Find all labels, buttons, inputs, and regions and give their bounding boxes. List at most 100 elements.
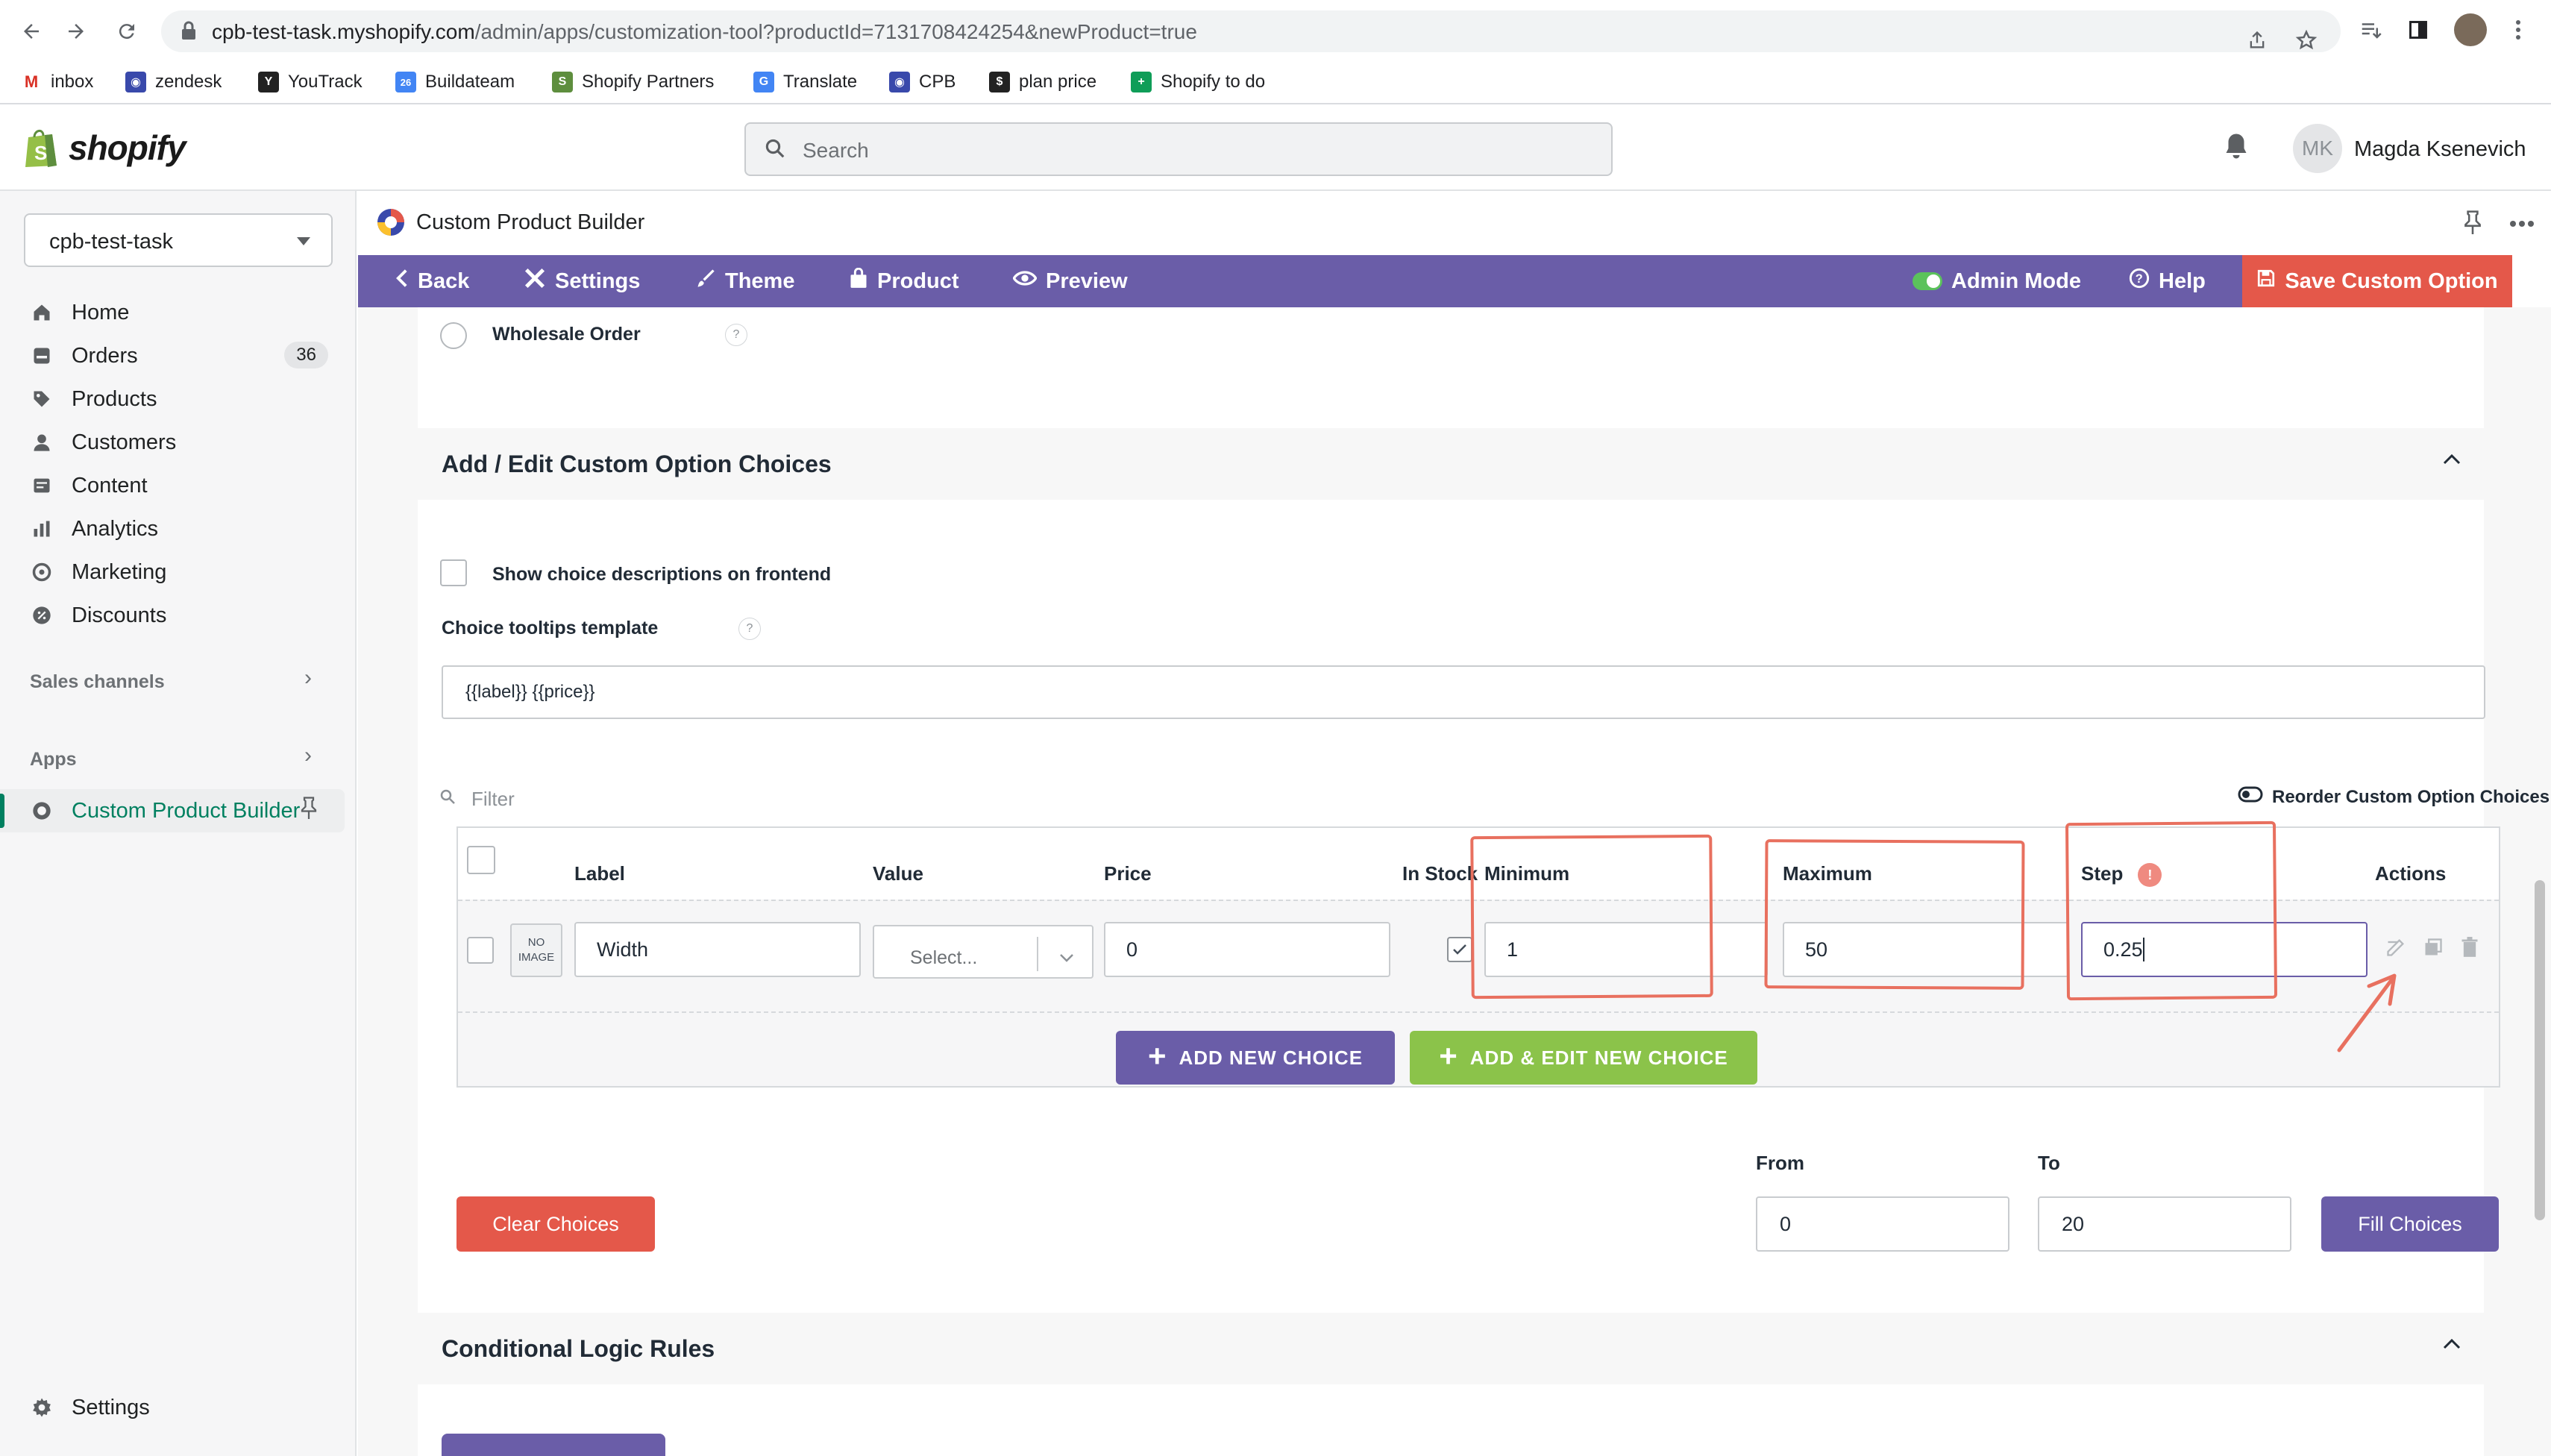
bookmark-youtrack[interactable]: Y YouTrack [258, 69, 363, 95]
tooltips-template-input[interactable]: {{label}} {{price}} [442, 665, 2485, 719]
preview-button[interactable]: Preview [1012, 255, 1128, 307]
bookmark-buildateam[interactable]: 26 Buildateam [395, 69, 515, 95]
to-input[interactable]: 20 [2038, 1196, 2291, 1252]
save-custom-option-button[interactable]: Save Custom Option [2242, 255, 2512, 307]
conditional-logic-header[interactable]: Conditional Logic Rules [418, 1313, 2484, 1384]
side-panel-icon[interactable] [2403, 15, 2433, 45]
page-scrollbar[interactable] [2535, 880, 2545, 1220]
reload-icon[interactable] [110, 15, 143, 48]
url-bar[interactable]: cpb-test-task.myshopify.com/admin/apps/c… [161, 10, 2341, 52]
back-arrow-icon[interactable] [15, 15, 48, 48]
cpb-icon: ◉ [889, 72, 910, 92]
choice-price-input[interactable]: 0 [1104, 922, 1390, 977]
star-icon[interactable] [2291, 25, 2321, 55]
orders-count-badge: 36 [284, 342, 328, 368]
reorder-choices-toggle[interactable]: Reorder Custom Option Choices [2238, 786, 2550, 808]
admin-mode-toggle[interactable]: Admin Mode [1913, 255, 2081, 307]
product-label: Product [877, 269, 959, 293]
chevron-right-icon[interactable]: › [304, 743, 312, 768]
bar-chart-icon [30, 517, 54, 541]
select-all-checkbox[interactable] [467, 846, 495, 874]
annotation-box-step [2065, 820, 2278, 1001]
settings-button[interactable]: Settings [524, 255, 640, 307]
store-selector[interactable]: cpb-test-task [24, 213, 333, 267]
sidebar-item-label: Customers [72, 430, 177, 454]
row-divider [458, 1011, 2499, 1013]
bookmark-plan-price[interactable]: $ plan price [989, 69, 1096, 95]
help-icon[interactable]: ? [725, 324, 747, 346]
bookmark-cpb[interactable]: ◉ CPB [889, 69, 956, 95]
sales-channels-heading[interactable]: Sales channels [30, 671, 165, 693]
add-rule-button[interactable] [442, 1434, 665, 1456]
sidebar-item-custom-product-builder[interactable]: Custom Product Builder [30, 792, 343, 829]
avatar[interactable]: MK [2293, 124, 2342, 173]
choice-label-input[interactable]: Width [574, 922, 861, 977]
brush-icon [695, 268, 716, 295]
apps-heading[interactable]: Apps [30, 749, 77, 771]
profile-avatar[interactable] [2454, 13, 2487, 46]
product-button[interactable]: Product [849, 255, 959, 307]
choice-value-select[interactable]: Select... [873, 925, 1093, 979]
edit-icon[interactable] [2385, 937, 2406, 961]
sidebar-item-settings[interactable]: Settings [30, 1389, 343, 1426]
reading-list-icon[interactable] [2356, 15, 2385, 45]
fill-choices-button[interactable]: Fill Choices [2321, 1196, 2499, 1252]
help-icon[interactable]: ? [738, 618, 761, 640]
bookmark-shopify-todo[interactable]: + Shopify to do [1131, 69, 1265, 95]
sidebar: cpb-test-task Home Orders 36 Products Cu… [0, 191, 357, 1456]
search-input[interactable]: Search [744, 122, 1613, 176]
svg-text:?: ? [2136, 272, 2143, 286]
bookmark-zendesk[interactable]: ◉ zendesk [125, 69, 222, 95]
bookmark-translate[interactable]: G Translate [753, 69, 857, 95]
sidebar-item-products[interactable]: Products [30, 380, 343, 418]
theme-button[interactable]: Theme [695, 255, 794, 307]
eye-icon [1012, 269, 1038, 294]
youtrack-icon: Y [258, 72, 279, 92]
sidebar-item-label: Marketing [72, 559, 167, 584]
shopify-logo[interactable]: S shopify [22, 127, 186, 169]
pin-icon[interactable] [300, 797, 318, 823]
from-input[interactable]: 0 [1756, 1196, 2009, 1252]
sidebar-item-content[interactable]: Content [30, 467, 343, 504]
chevron-up-icon[interactable] [2442, 454, 2461, 469]
duplicate-icon[interactable] [2423, 937, 2444, 961]
clear-choices-button[interactable]: Clear Choices [456, 1196, 655, 1252]
sidebar-item-label: Home [72, 300, 130, 324]
wholesale-order-label: Wholesale Order [492, 324, 641, 345]
filter-input[interactable]: Filter [439, 788, 515, 811]
sidebar-item-marketing[interactable]: Marketing [30, 553, 343, 591]
in-stock-checkbox[interactable] [1447, 937, 1472, 962]
forward-arrow-icon[interactable] [60, 15, 92, 48]
sidebar-item-home[interactable]: Home [30, 294, 343, 331]
sidebar-item-discounts[interactable]: Discounts [30, 597, 343, 634]
user-name[interactable]: Magda Ksenevich [2354, 137, 2526, 162]
sidebar-item-analytics[interactable]: Analytics [30, 510, 343, 547]
kebab-menu-icon[interactable] [2503, 15, 2533, 45]
bell-icon[interactable] [2223, 131, 2250, 165]
share-icon[interactable] [2242, 25, 2272, 55]
add-edit-new-choice-button[interactable]: + ADD & EDIT NEW CHOICE [1410, 1031, 1757, 1085]
trash-icon[interactable] [2460, 937, 2479, 961]
show-descriptions-checkbox[interactable] [440, 559, 467, 586]
pin-icon[interactable] [2463, 210, 2482, 238]
row-select-checkbox[interactable] [467, 937, 494, 964]
back-button[interactable]: Back [395, 255, 469, 307]
add-new-choice-button[interactable]: + ADD NEW CHOICE [1116, 1031, 1395, 1085]
bookmark-shopify-partners[interactable]: S Shopify Partners [552, 69, 714, 95]
no-image-placeholder[interactable]: NO IMAGE [510, 923, 562, 977]
more-options-icon[interactable] [2509, 218, 2535, 231]
app-header: Custom Product Builder [358, 191, 2551, 255]
chevron-down-icon [1058, 940, 1076, 973]
help-button[interactable]: ? Help [2129, 255, 2206, 307]
sidebar-item-customers[interactable]: Customers [30, 424, 343, 461]
buildateam-icon: 26 [395, 72, 416, 92]
sidebar-item-orders[interactable]: Orders 36 [30, 337, 343, 374]
sidebar-item-label: Discounts [72, 603, 167, 627]
choices-section-header[interactable]: Add / Edit Custom Option Choices [418, 428, 2484, 500]
column-label: Label [574, 862, 625, 885]
chevron-right-icon[interactable]: › [304, 665, 312, 691]
search-placeholder: Search [803, 139, 869, 162]
bookmark-inbox[interactable]: Minbox [21, 69, 93, 95]
chevron-up-icon[interactable] [2442, 1338, 2461, 1354]
wholesale-order-radio[interactable] [440, 322, 467, 349]
